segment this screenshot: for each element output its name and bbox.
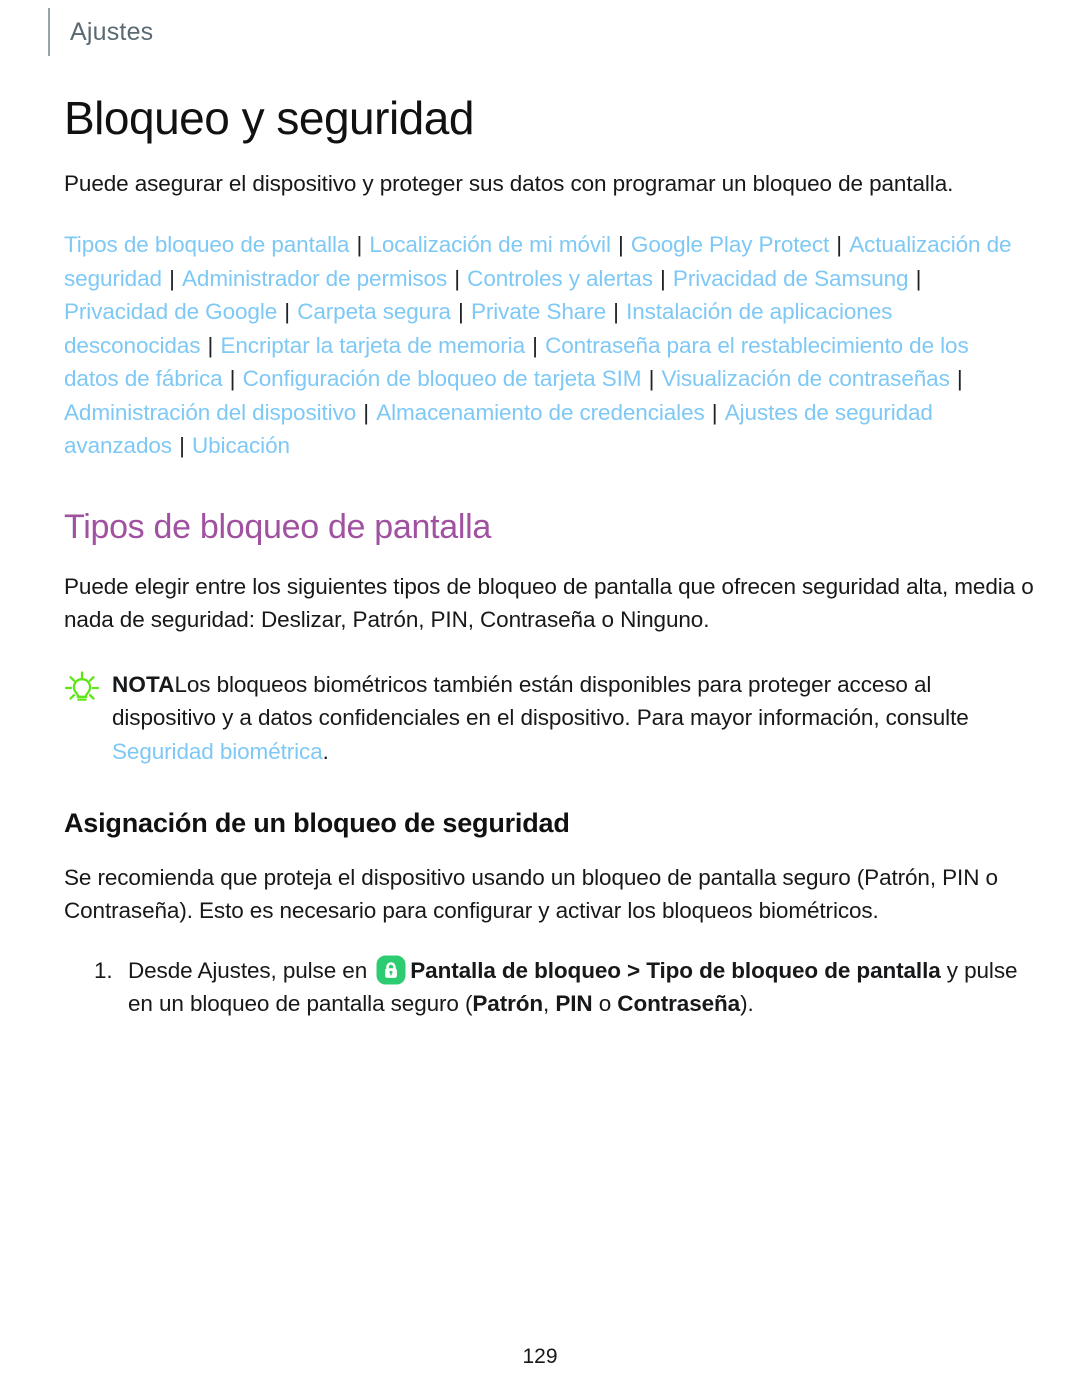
link-index: Tipos de bloqueo de pantalla | Localizac…: [64, 228, 1026, 463]
intro-paragraph: Puede asegurar el dispositivo y proteger…: [64, 170, 954, 196]
step-text-mid-1: ,: [543, 991, 556, 1017]
link-index-item[interactable]: Carpeta segura: [297, 299, 451, 324]
link-index-item[interactable]: Ubicación: [192, 433, 290, 458]
link-separator: |: [448, 265, 467, 291]
link-separator: |: [950, 366, 963, 392]
step-text-before-icon: Desde Ajustes, pulse en: [128, 957, 374, 983]
link-index-item[interactable]: Tipos de bloqueo de pantalla: [64, 232, 349, 257]
step-bold-option-pin: PIN: [555, 991, 593, 1017]
link-separator: |: [350, 232, 369, 258]
link-separator: |: [607, 299, 626, 325]
link-seguridad-biometrica[interactable]: Seguridad biométrica: [112, 739, 323, 764]
step-text-mid-2: o: [592, 991, 618, 1017]
page-content: Bloqueo y seguridad Puede asegurar el di…: [64, 92, 1039, 1037]
link-index-item[interactable]: Privacidad de Samsung: [673, 266, 909, 291]
step-bold-path: Pantalla de bloqueo > Tipo de bloqueo de…: [410, 957, 941, 983]
link-index-item[interactable]: Almacenamiento de credenciales: [376, 400, 705, 425]
link-index-item[interactable]: Administrador de permisos: [182, 266, 447, 291]
note-callout: NOTALos bloqueos biométricos también est…: [64, 668, 994, 768]
step-number: 1.: [94, 957, 113, 983]
lightbulb-icon: [60, 670, 104, 704]
link-index-item[interactable]: Private Share: [471, 299, 606, 324]
link-index-item[interactable]: Localización de mi móvil: [369, 232, 611, 257]
link-index-item[interactable]: Configuración de bloqueo de tarjeta SIM: [243, 366, 642, 391]
subsection-heading-assign-security-lock: Asignación de un bloqueo de seguridad: [64, 808, 570, 839]
section-paragraph: Puede elegir entre los siguientes tipos …: [64, 573, 1034, 632]
link-separator: |: [201, 332, 220, 358]
note-text-before-link: Los bloqueos biométricos también están d…: [112, 672, 969, 731]
link-separator: |: [705, 399, 724, 425]
step-bold-option-contrasena: Contraseña: [617, 991, 741, 1017]
list-item-step-1: 1. Desde Ajustes, pulse en Pantalla de b…: [64, 954, 1039, 1022]
link-index-item[interactable]: Controles y alertas: [467, 266, 653, 291]
document-page: Ajustes Bloqueo y seguridad Puede asegur…: [0, 0, 1080, 1397]
link-separator: |: [357, 399, 376, 425]
page-title: Bloqueo y seguridad: [64, 92, 474, 144]
link-separator: |: [642, 366, 661, 392]
page-number: 129: [522, 1345, 558, 1368]
note-label: NOTA: [112, 672, 175, 698]
link-index-item[interactable]: Encriptar la tarjeta de memoria: [220, 333, 525, 358]
subsection-paragraph: Se recomienda que proteja el dispositivo…: [64, 865, 998, 924]
link-index-item[interactable]: Google Play Protect: [631, 232, 829, 257]
link-separator: |: [653, 265, 672, 291]
section-heading-screen-lock-types: Tipos de bloqueo de pantalla: [64, 507, 492, 546]
link-separator: |: [611, 232, 630, 258]
link-separator: |: [526, 332, 545, 358]
link-separator: |: [830, 232, 849, 258]
link-separator: |: [223, 366, 242, 392]
link-separator: |: [451, 299, 470, 325]
running-header-label: Ajustes: [70, 17, 154, 46]
steps-list: 1. Desde Ajustes, pulse en Pantalla de b…: [64, 954, 1039, 1022]
link-index-item[interactable]: Administración del dispositivo: [64, 400, 356, 425]
lock-screen-app-icon[interactable]: [376, 955, 406, 985]
link-index-item[interactable]: Visualización de contraseñas: [662, 366, 950, 391]
link-separator: |: [278, 299, 297, 325]
step-text-end: ).: [740, 991, 754, 1017]
link-separator: |: [172, 433, 191, 459]
header-divider-rule: [48, 8, 50, 56]
link-separator: |: [162, 265, 181, 291]
note-text: NOTALos bloqueos biométricos también est…: [112, 668, 994, 768]
link-index-item[interactable]: Privacidad de Google: [64, 299, 277, 324]
step-text: Desde Ajustes, pulse en Pantalla de bloq…: [128, 954, 1039, 1022]
note-text-after-link: .: [322, 738, 329, 764]
link-separator: |: [909, 265, 922, 291]
running-header: Ajustes: [48, 8, 153, 56]
step-bold-option-patron: Patrón: [472, 991, 544, 1017]
